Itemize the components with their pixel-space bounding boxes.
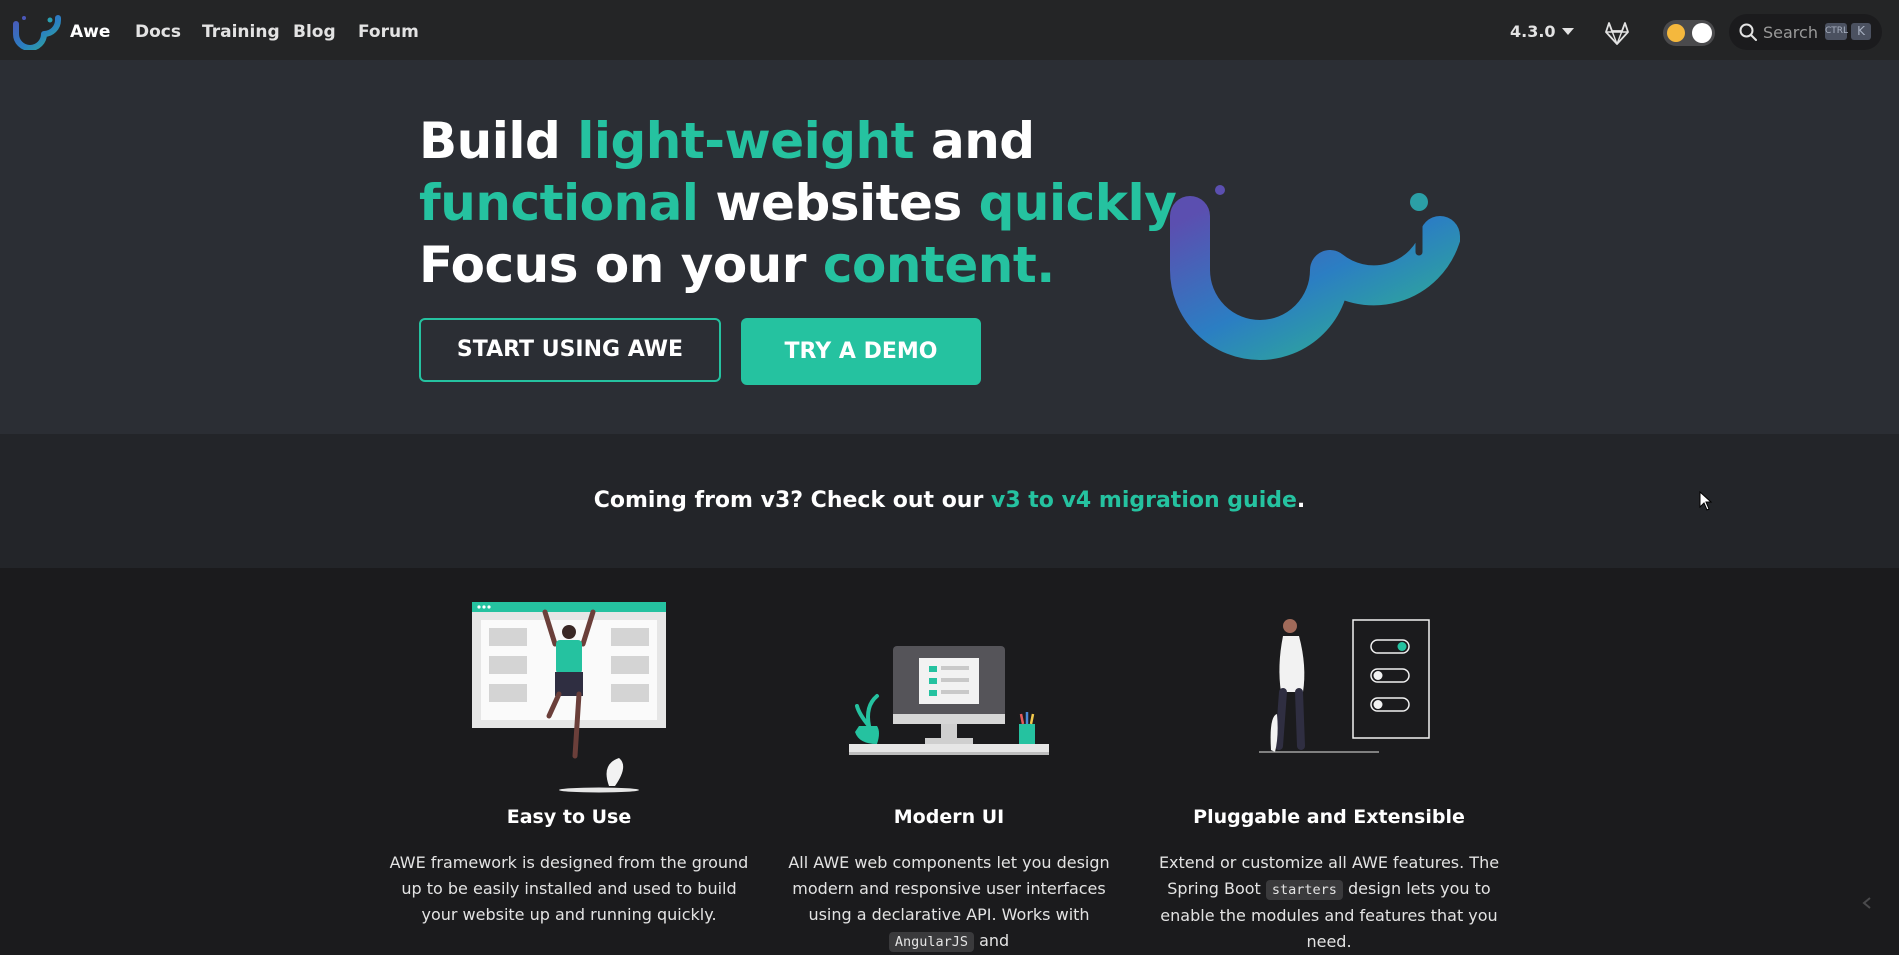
hero-text: Build xyxy=(419,112,578,170)
hero-text: and xyxy=(914,112,1035,170)
migration-guide-link[interactable]: v3 to v4 migration guide xyxy=(991,488,1297,513)
kbd-ctrl: CTRL xyxy=(1825,23,1848,40)
features-section: Easy to Use AWE framework is designed fr… xyxy=(0,568,1899,952)
search-icon xyxy=(1739,23,1757,41)
code-starters: starters xyxy=(1265,880,1343,900)
feature-title: Pluggable and Extensible xyxy=(1193,806,1465,828)
migration-banner: Coming from v3? Check out our v3 to v4 m… xyxy=(0,434,1899,568)
hero-title: Build light-weight and functional websit… xyxy=(419,110,1191,296)
feature-description: AWE framework is designed from the groun… xyxy=(389,853,749,924)
feature-title: Easy to Use xyxy=(506,806,632,828)
theme-toggle[interactable] xyxy=(1663,20,1715,46)
nav-link-forum[interactable]: Forum xyxy=(358,22,419,42)
try-a-demo-button[interactable]: TRY A DEMO xyxy=(741,318,981,385)
search-button[interactable]: Search CTRL K xyxy=(1729,14,1882,50)
awe-logo-large-icon xyxy=(1170,185,1460,360)
search-placeholder: Search xyxy=(1763,23,1818,42)
mouse-cursor-icon xyxy=(1699,491,1713,511)
migration-text: Coming from v3? Check out our v3 to v4 m… xyxy=(0,488,1899,513)
version-dropdown[interactable]: 4.3.0 xyxy=(1510,22,1574,41)
navbar: Awe Docs Training Blog Forum 4.3.0 Searc… xyxy=(0,0,1899,60)
toggle-knob xyxy=(1692,23,1712,43)
brand-name[interactable]: Awe xyxy=(70,22,110,42)
banner-text: Coming from v3? Check out our xyxy=(593,488,991,513)
feature-text: All AWE web components let you design mo… xyxy=(788,853,1110,924)
awe-logo-icon[interactable] xyxy=(12,14,64,50)
hero-highlight: quickly xyxy=(978,174,1173,232)
feature-description: All AWE web components let you design mo… xyxy=(769,850,1129,955)
code-angularjs: AngularJS xyxy=(888,932,974,952)
hero-highlight: light-weight xyxy=(577,112,915,170)
chevron-left-icon[interactable] xyxy=(1860,896,1874,910)
feature-description: Extend or customize all AWE features. Th… xyxy=(1149,850,1509,955)
nav-link-blog[interactable]: Blog xyxy=(293,22,336,42)
start-using-awe-button[interactable]: START USING AWE xyxy=(419,318,721,382)
chevron-down-icon xyxy=(1561,28,1574,35)
hero-highlight: functional xyxy=(419,174,699,232)
gitlab-icon[interactable] xyxy=(1603,20,1631,46)
hero-highlight: content. xyxy=(822,236,1055,294)
nav-link-docs[interactable]: Docs xyxy=(135,22,181,42)
nav-link-training[interactable]: Training xyxy=(202,22,280,42)
hero-text: Focus on your xyxy=(419,236,823,294)
hero-text: websites xyxy=(698,174,979,232)
modern-ui-illustration xyxy=(849,646,1049,755)
sun-icon xyxy=(1667,24,1685,42)
feature-title: Modern UI xyxy=(893,806,1005,828)
pluggable-illustration xyxy=(1259,619,1430,753)
banner-text: . xyxy=(1296,488,1306,513)
hero-section: Build light-weight and functional websit… xyxy=(0,60,1899,434)
version-label: 4.3.0 xyxy=(1510,22,1556,41)
easy-to-use-illustration xyxy=(472,602,666,793)
kbd-k: K xyxy=(1851,23,1871,40)
